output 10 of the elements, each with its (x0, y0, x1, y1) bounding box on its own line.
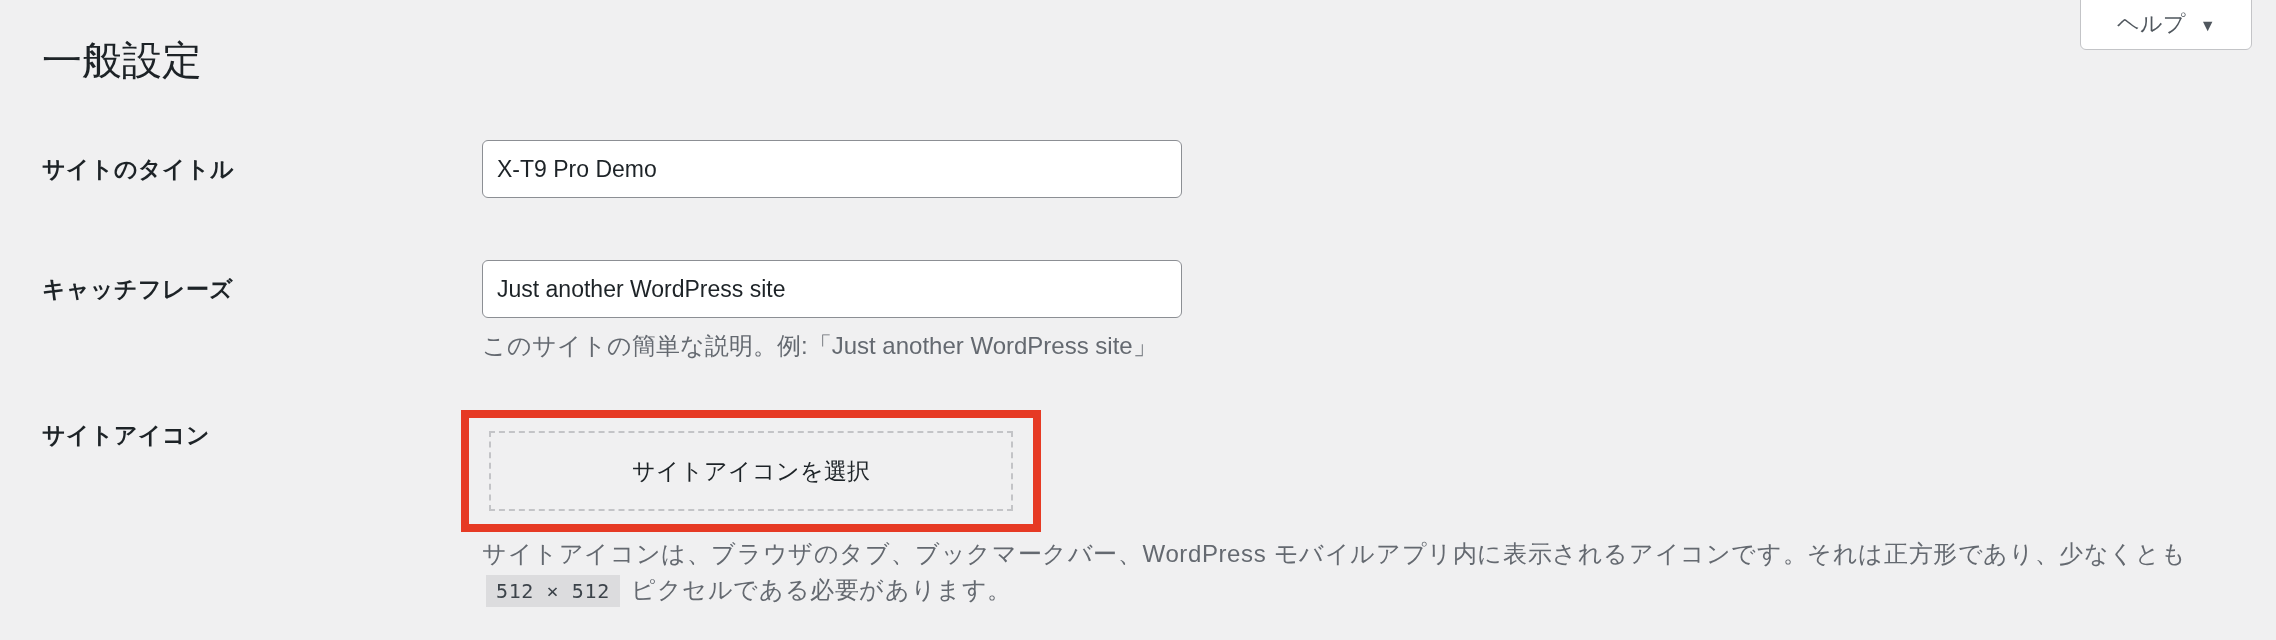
field-label: サイトアイコン (42, 421, 211, 450)
text-input[interactable]: Just another WordPress site (482, 260, 1182, 318)
page-title: 一般設定 (42, 37, 202, 84)
field-label: サイトのタイトル (42, 155, 235, 184)
select-icon-button[interactable]: サイトアイコンを選択 (489, 431, 1013, 511)
help-button[interactable]: ヘルプ ▼ (2080, 0, 2252, 50)
text-input[interactable]: X-T9 Pro Demo (482, 140, 1182, 198)
field-description: このサイトの簡単な説明。例:「Just another WordPress site」 (482, 331, 1158, 361)
field-description: サイトアイコンは、ブラウザのタブ、ブックマークバー、WordPress モバイルアプリ内に表示されるアイコンです。それは正方形であり、少なくとも 512 × 512 ピクセルである必要があります。 (482, 536, 2272, 609)
field-label: キャッチフレーズ (42, 275, 234, 304)
